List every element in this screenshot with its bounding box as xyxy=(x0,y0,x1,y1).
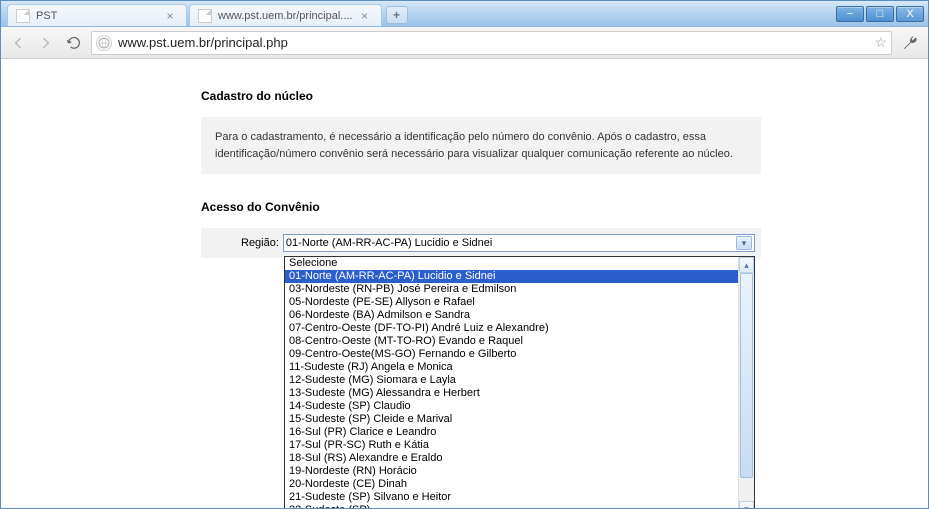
chevron-down-icon: ▾ xyxy=(736,236,752,250)
url-input[interactable] xyxy=(118,32,868,54)
close-icon[interactable]: × xyxy=(359,10,371,22)
new-tab-button[interactable]: + xyxy=(386,6,408,24)
dropdown-option[interactable]: 07-Centro-Oeste (DF-TO-PI) André Luiz e … xyxy=(285,322,738,335)
maximize-button[interactable]: □ xyxy=(866,6,894,22)
document-icon xyxy=(16,9,30,23)
dropdown-list: Selecione01-Norte (AM-RR-AC-PA) Lucidio … xyxy=(285,257,738,508)
info-text: Para o cadastramento, é necessário a ide… xyxy=(215,131,733,160)
browser-window: PST × www.pst.uem.br/principal.... × + −… xyxy=(0,0,929,509)
dropdown-option[interactable]: 09-Centro-Oeste(MS-GO) Fernando e Gilber… xyxy=(285,348,738,361)
scrollbar-track[interactable] xyxy=(739,273,754,501)
tab-strip: PST × www.pst.uem.br/principal.... × + xyxy=(1,1,832,26)
reload-icon xyxy=(66,35,82,51)
close-window-button[interactable]: X xyxy=(896,6,924,22)
document-icon xyxy=(198,9,212,23)
dropdown-option[interactable]: 18-Sul (RS) Alexandre e Eraldo xyxy=(285,452,738,465)
arrow-left-icon xyxy=(10,35,26,51)
dropdown-option[interactable]: 21-Sudeste (SP) Silvano e Heitor xyxy=(285,491,738,504)
dropdown-option[interactable]: 15-Sudeste (SP) Cleide e Marival xyxy=(285,413,738,426)
region-form-row: Região: 01-Norte (AM-RR-AC-PA) Lucidio e… xyxy=(201,228,761,258)
dropdown-option[interactable]: 03-Nordeste (RN-PB) José Pereira e Edmil… xyxy=(285,283,738,296)
dropdown-option[interactable]: 12-Sudeste (MG) Siomara e Layla xyxy=(285,374,738,387)
dropdown-option[interactable]: 06-Nordeste (BA) Admilson e Sandra xyxy=(285,309,738,322)
scroll-down-button[interactable]: ▾ xyxy=(739,501,754,508)
select-selected-value: 01-Norte (AM-RR-AC-PA) Lucidio e Sidnei xyxy=(286,237,736,249)
settings-wrench-button[interactable] xyxy=(898,31,922,55)
dropdown-option[interactable]: 22-Sudeste (SP) xyxy=(285,504,738,508)
close-icon[interactable]: × xyxy=(164,10,176,22)
dropdown-option[interactable]: 16-Sul (PR) Clarice e Leandro xyxy=(285,426,738,439)
back-button[interactable] xyxy=(7,32,29,54)
region-label: Região: xyxy=(241,237,279,249)
titlebar: PST × www.pst.uem.br/principal.... × + −… xyxy=(1,1,928,27)
wrench-icon xyxy=(902,35,918,51)
dropdown-option[interactable]: 17-Sul (PR-SC) Ruth e Kátia xyxy=(285,439,738,452)
section-heading: Acesso do Convênio xyxy=(201,200,928,214)
dropdown-option[interactable]: 13-Sudeste (MG) Alessandra e Herbert xyxy=(285,387,738,400)
arrow-right-icon xyxy=(38,35,54,51)
tab-title: www.pst.uem.br/principal.... xyxy=(218,10,353,22)
region-dropdown: Selecione01-Norte (AM-RR-AC-PA) Lucidio … xyxy=(284,256,755,508)
dropdown-option[interactable]: 08-Centro-Oeste (MT-TO-RO) Evando e Raqu… xyxy=(285,335,738,348)
tab-1[interactable]: PST × xyxy=(7,4,187,26)
scroll-up-button[interactable]: ▴ xyxy=(739,257,754,273)
minimize-button[interactable]: − xyxy=(836,6,864,22)
tab-2[interactable]: www.pst.uem.br/principal.... × xyxy=(189,4,382,26)
page-content: Cadastro do núcleo Para o cadastramento,… xyxy=(1,59,928,508)
toolbar: ☆ xyxy=(1,27,928,59)
dropdown-option[interactable]: 19-Nordeste (RN) Horácio xyxy=(285,465,738,478)
address-bar[interactable]: ☆ xyxy=(91,31,892,55)
dropdown-option[interactable]: 01-Norte (AM-RR-AC-PA) Lucidio e Sidnei xyxy=(285,270,738,283)
dropdown-option[interactable]: Selecione xyxy=(285,257,738,270)
tab-title: PST xyxy=(36,10,158,22)
window-controls: − □ X xyxy=(832,1,928,26)
dropdown-option[interactable]: 14-Sudeste (SP) Claudio xyxy=(285,400,738,413)
region-select[interactable]: 01-Norte (AM-RR-AC-PA) Lucidio e Sidnei … xyxy=(283,234,755,252)
info-box: Para o cadastramento, é necessário a ide… xyxy=(201,117,761,174)
dropdown-option[interactable]: 20-Nordeste (CE) Dinah xyxy=(285,478,738,491)
page-heading: Cadastro do núcleo xyxy=(201,89,928,103)
forward-button[interactable] xyxy=(35,32,57,54)
reload-button[interactable] xyxy=(63,32,85,54)
dropdown-option[interactable]: 05-Nordeste (PE-SE) Allyson e Rafael xyxy=(285,296,738,309)
scrollbar-thumb[interactable] xyxy=(740,273,753,478)
dropdown-option[interactable]: 11-Sudeste (RJ) Angela e Monica xyxy=(285,361,738,374)
bookmark-star-icon[interactable]: ☆ xyxy=(874,34,887,51)
scrollbar[interactable]: ▴ ▾ xyxy=(738,257,754,508)
globe-icon xyxy=(96,35,112,51)
